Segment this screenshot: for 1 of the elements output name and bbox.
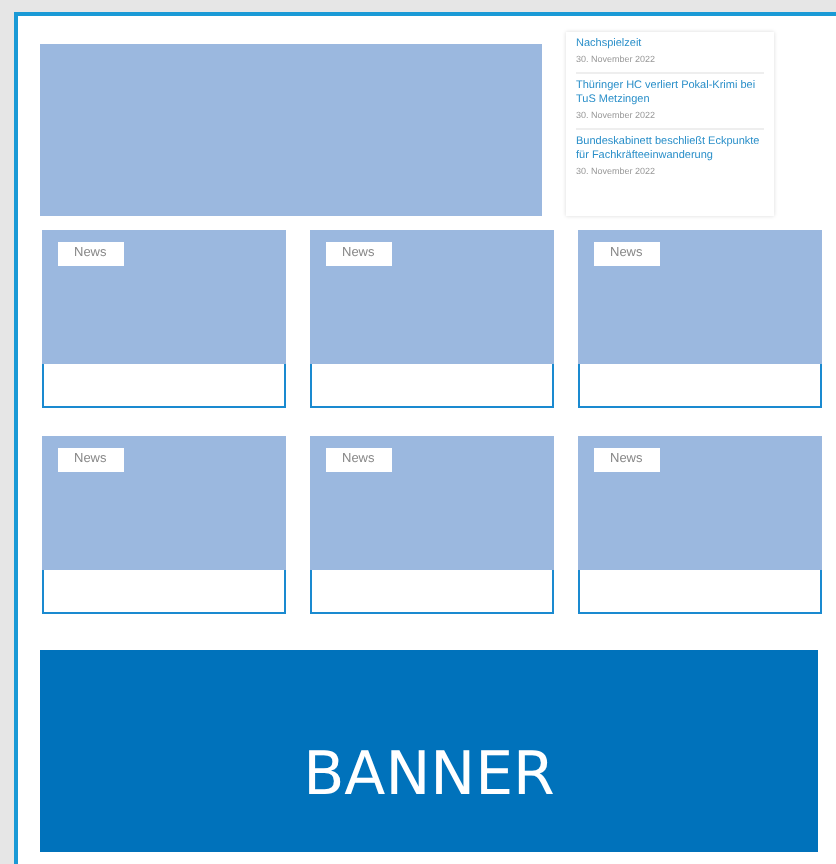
banner: BANNER <box>40 650 818 852</box>
